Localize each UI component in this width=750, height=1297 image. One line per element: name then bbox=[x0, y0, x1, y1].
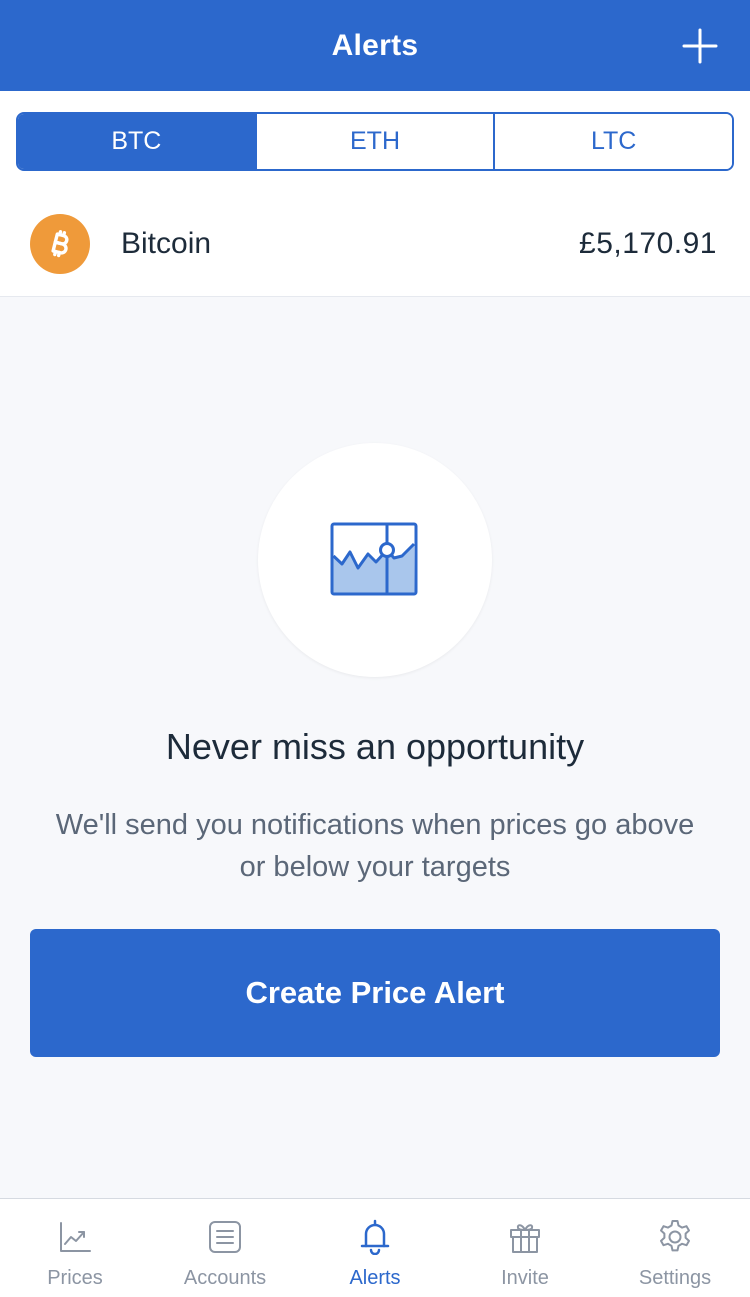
coin-price: £5,170.91 bbox=[579, 227, 717, 260]
gift-icon bbox=[507, 1219, 543, 1255]
empty-state-title: Never miss an opportunity bbox=[165, 726, 585, 767]
coin-price-row: Bitcoin £5,170.91 bbox=[0, 189, 750, 297]
currency-segmented-control: BTC ETH LTC bbox=[16, 112, 734, 171]
segment-btc[interactable]: BTC bbox=[18, 114, 255, 169]
create-price-alert-button[interactable]: Create Price Alert bbox=[30, 929, 720, 1057]
plus-icon bbox=[682, 28, 718, 64]
price-chart-icon bbox=[330, 522, 418, 596]
tab-label-settings: Settings bbox=[638, 1267, 712, 1289]
empty-state-illustration bbox=[258, 443, 492, 677]
tab-label-prices: Prices bbox=[47, 1267, 103, 1289]
currency-segment-container: BTC ETH LTC bbox=[0, 91, 750, 189]
add-alert-button[interactable] bbox=[682, 28, 718, 64]
tab-accounts[interactable]: Accounts bbox=[150, 1199, 300, 1297]
tab-label-accounts: Accounts bbox=[183, 1267, 267, 1289]
coin-name: Bitcoin bbox=[121, 227, 212, 260]
app-screen: Alerts BTC ETH LTC Bitcoin £5,170.91 Nev… bbox=[0, 0, 750, 1297]
gear-icon bbox=[657, 1219, 693, 1255]
segment-ltc[interactable]: LTC bbox=[493, 114, 732, 169]
tab-settings[interactable]: Settings bbox=[600, 1199, 750, 1297]
empty-state-description: We'll send you notifications when prices… bbox=[55, 809, 695, 883]
bitcoin-icon bbox=[30, 214, 90, 274]
tab-label-alerts: Alerts bbox=[349, 1267, 401, 1289]
tab-label-invite: Invite bbox=[501, 1267, 549, 1289]
segment-eth[interactable]: ETH bbox=[254, 114, 494, 169]
nav-header: Alerts bbox=[0, 0, 750, 91]
page-title: Alerts bbox=[331, 28, 419, 62]
tab-invite[interactable]: Invite bbox=[450, 1199, 600, 1297]
bell-icon bbox=[357, 1219, 393, 1255]
chart-icon bbox=[57, 1219, 93, 1255]
document-icon bbox=[207, 1219, 243, 1255]
tab-alerts[interactable]: Alerts bbox=[300, 1199, 450, 1297]
tab-bar: Prices Accounts Alerts Invite Settings bbox=[0, 1198, 750, 1297]
tab-prices[interactable]: Prices bbox=[0, 1199, 150, 1297]
